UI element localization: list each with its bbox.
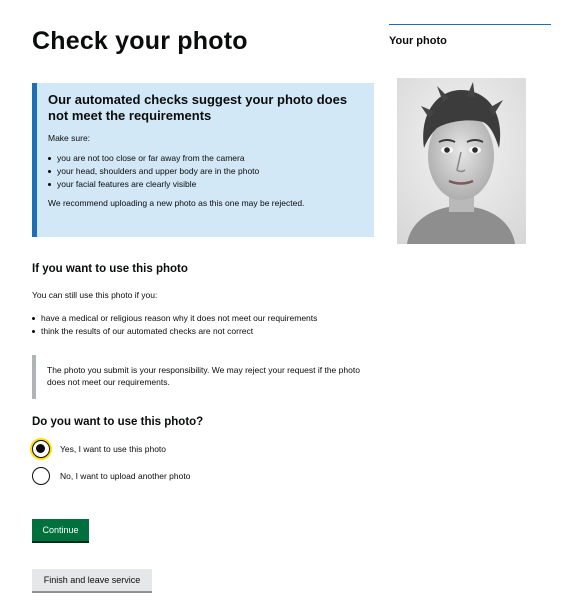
use-photo-item: have a medical or religious reason why i…: [32, 312, 372, 325]
warning-title: Our automated checks suggest your photo …: [48, 92, 348, 123]
warning-list: you are not too close or far away from t…: [48, 152, 362, 191]
question-heading: Do you want to use this photo?: [32, 416, 204, 428]
radio-option-no[interactable]: No, I want to upload another photo: [32, 467, 190, 485]
use-photo-heading: If you want to use this photo: [32, 263, 188, 275]
warning-item: you are not too close or far away from t…: [48, 152, 362, 165]
responsibility-inset: The photo you submit is your responsibil…: [32, 355, 372, 399]
sidebar-divider: [389, 24, 551, 25]
radio-button-yes[interactable]: [32, 440, 50, 458]
warning-panel: Our automated checks suggest your photo …: [32, 83, 374, 237]
finish-and-leave-button[interactable]: Finish and leave service: [32, 569, 152, 591]
sidebar-title: Your photo: [389, 35, 447, 47]
uploaded-photo: [397, 78, 526, 244]
continue-button[interactable]: Continue: [32, 519, 89, 541]
radio-label-yes[interactable]: Yes, I want to use this photo: [60, 444, 166, 454]
use-photo-intro: You can still use this photo if you:: [32, 290, 158, 300]
warning-recommendation: We recommend uploading a new photo as th…: [48, 198, 305, 208]
use-photo-list: have a medical or religious reason why i…: [32, 312, 372, 338]
radio-label-no[interactable]: No, I want to upload another photo: [60, 471, 190, 481]
radio-option-yes[interactable]: Yes, I want to use this photo: [32, 440, 166, 458]
make-sure-text: Make sure:: [48, 133, 91, 143]
use-photo-item: think the results of our automated check…: [32, 325, 372, 338]
page-title: Check your photo: [32, 27, 248, 55]
warning-item: your head, shoulders and upper body are …: [48, 165, 362, 178]
portrait-photo-image: [397, 78, 526, 244]
warning-item: your facial features are clearly visible: [48, 178, 362, 191]
radio-button-no[interactable]: [32, 467, 50, 485]
